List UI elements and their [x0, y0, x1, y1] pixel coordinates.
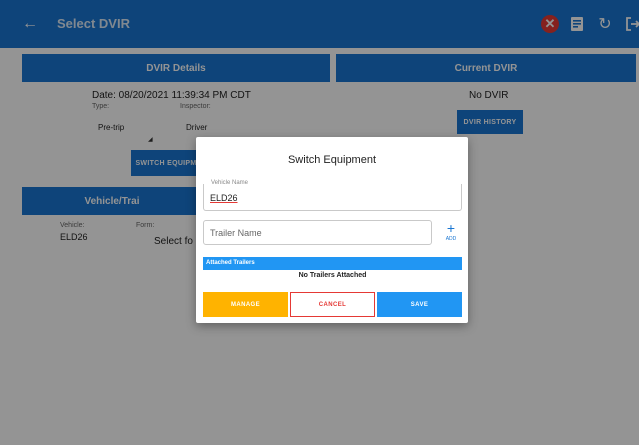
add-label: ADD — [445, 236, 457, 242]
trailer-name-field[interactable] — [203, 220, 432, 245]
save-button[interactable]: SAVE — [377, 292, 462, 317]
cancel-button[interactable]: CANCEL — [290, 292, 375, 317]
trailer-name-input[interactable] — [210, 227, 420, 239]
no-trailers-message: No Trailers Attached — [298, 272, 367, 279]
manage-button[interactable]: MANAGE — [203, 292, 288, 317]
switch-equipment-dialog: Switch Equipment Vehicle Name ELD26 + AD… — [196, 137, 468, 323]
dialog-title: Switch Equipment — [287, 154, 377, 166]
vehicle-name-value: ELD26 — [210, 193, 238, 203]
vehicle-name-label: Vehicle Name — [210, 180, 250, 186]
vehicle-name-field[interactable]: Vehicle Name ELD26 — [203, 180, 462, 211]
add-trailer-button[interactable]: + ADD — [440, 221, 462, 245]
attached-trailers-header: Attached Trailers — [203, 257, 462, 270]
plus-icon: + — [446, 220, 456, 236]
